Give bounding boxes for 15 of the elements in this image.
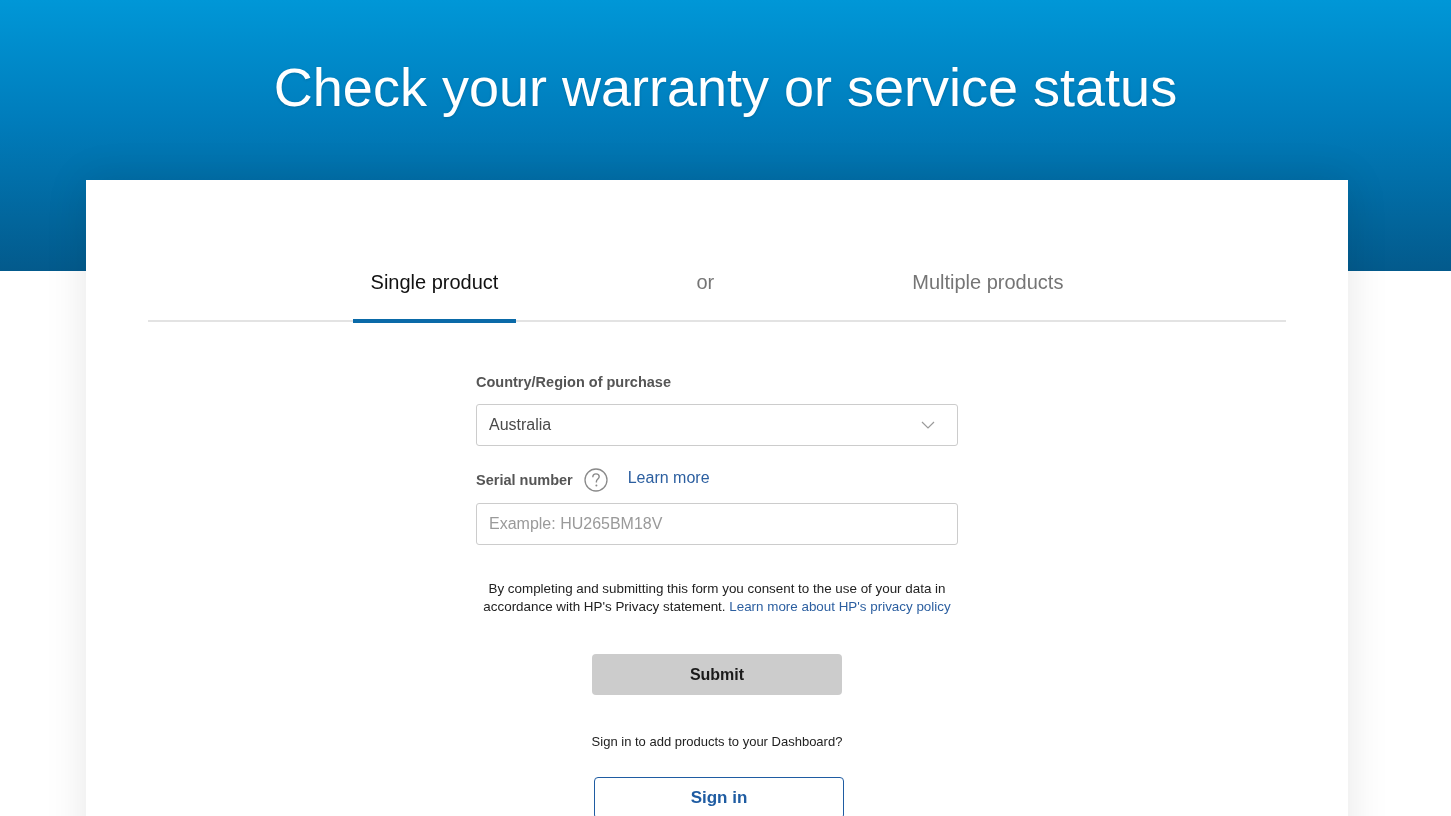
consent-text: By completing and submitting this form you consent to the use of your data in accordance with HP's Privacy statement. Learn more about HP's privacy policy — [482, 580, 952, 616]
help-icon[interactable] — [583, 468, 608, 492]
page-title: Check your warranty or service status — [273, 56, 1178, 119]
field-label: Country/Region of purchase — [476, 373, 672, 392]
chevron-down-icon — [921, 421, 935, 429]
tab[interactable]: Single product — [352, 270, 517, 323]
sign-in-prompt: Sign in to add products to your Dashboard? — [590, 733, 844, 751]
sign-in-button[interactable]: Sign in — [594, 777, 844, 816]
country-select[interactable]: Australia — [476, 404, 958, 446]
tab[interactable]: Multiple products — [894, 270, 1082, 323]
serial-number-field[interactable]: Example: HU265BM18V — [476, 503, 958, 545]
separator-text: or — [696, 270, 715, 294]
privacy-policy-link[interactable]: Learn more about HP's privacy policy — [729, 599, 951, 614]
learn-more-link[interactable]: Learn more — [627, 468, 710, 488]
field-label: Serial number — [476, 471, 573, 490]
